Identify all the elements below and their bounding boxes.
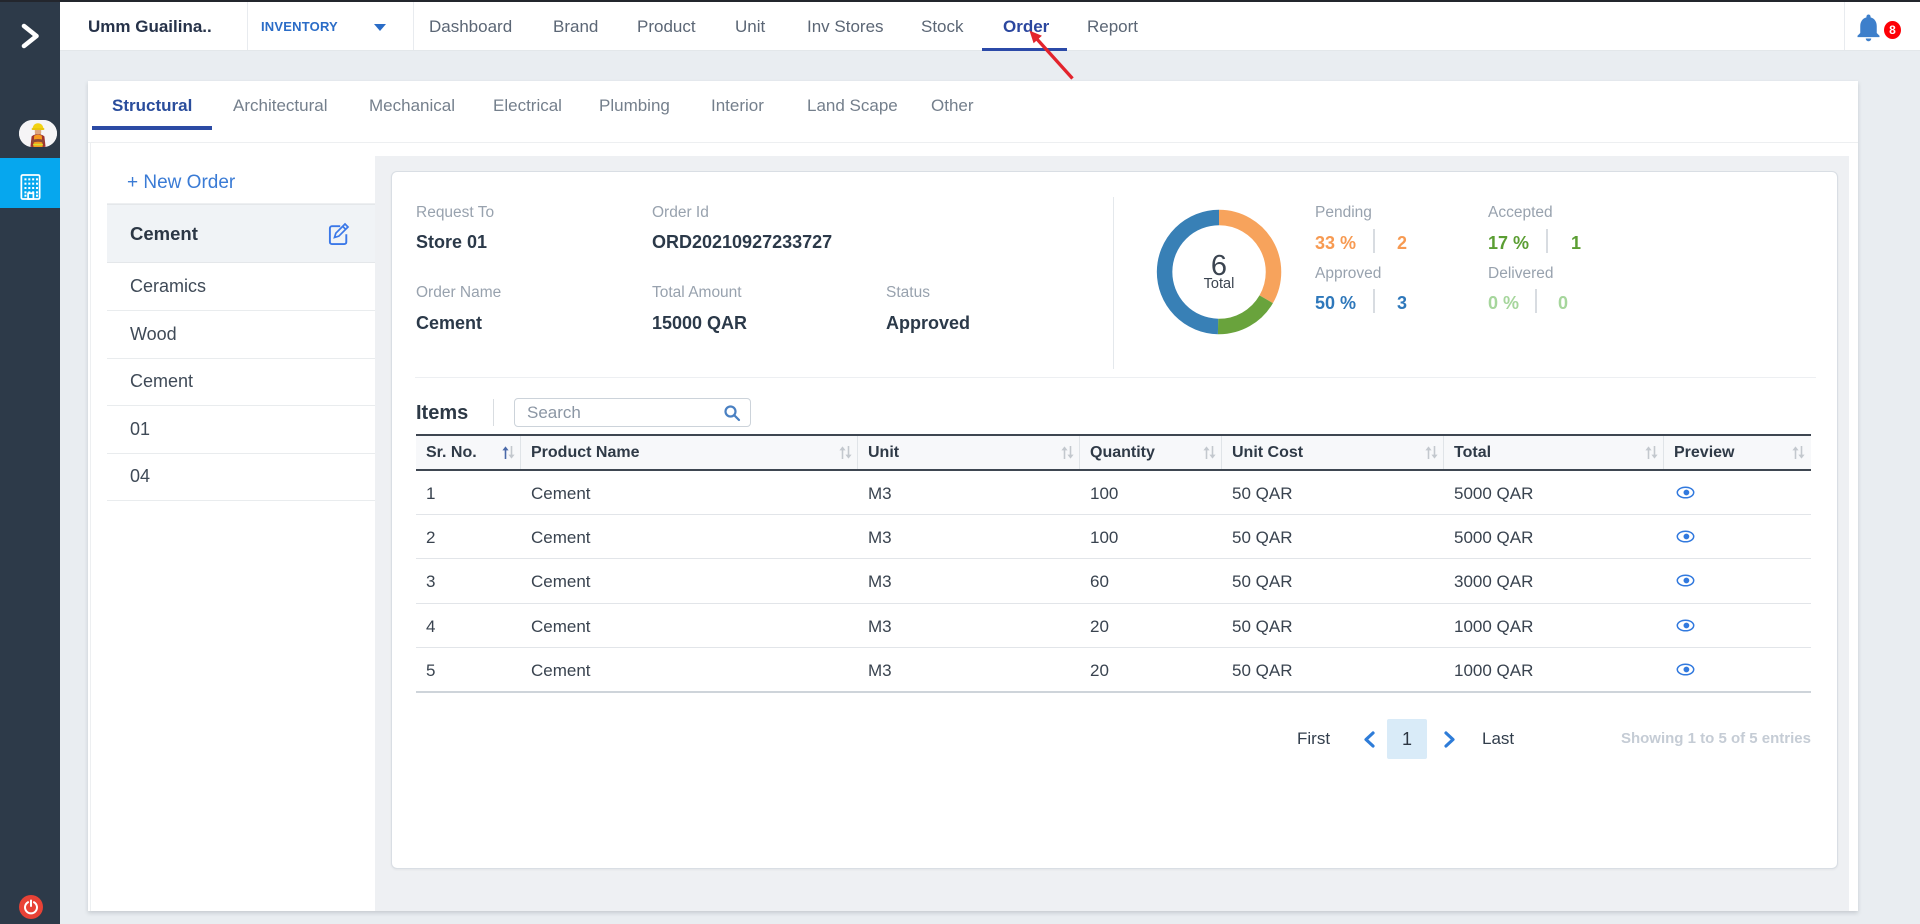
- svg-text:Total: Total: [1204, 276, 1235, 292]
